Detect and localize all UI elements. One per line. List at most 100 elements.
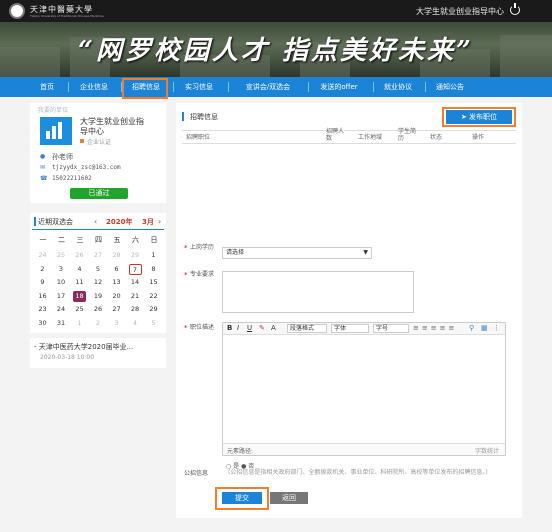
font-family-select[interactable]: 字体 <box>331 324 369 333</box>
phone-icon: ☎ <box>40 175 48 182</box>
company-name: 大学生就业创业指导中心 <box>80 117 144 136</box>
more-icon[interactable]: ⋮ <box>493 324 500 332</box>
bold-button[interactable]: B <box>227 324 232 332</box>
news-item[interactable]: - 天津中医药大学2020届毕业... <box>34 342 133 352</box>
calendar-next-icon[interactable]: › <box>158 217 161 226</box>
calendar-day[interactable]: 26 <box>73 250 86 261</box>
calendar-day[interactable]: 27 <box>92 250 105 261</box>
calendar-day[interactable]: 19 <box>92 291 105 302</box>
paragraph-format-select[interactable]: 段落格式 <box>287 324 327 333</box>
weekday-label: 日 <box>150 236 158 244</box>
calendar-day[interactable]: 16 <box>36 291 49 302</box>
education-select[interactable]: 请选择 ▼ <box>222 247 372 259</box>
weekday-label: 六 <box>132 236 139 244</box>
calendar-month: 3月 <box>142 218 154 226</box>
calendar-day[interactable]: 20 <box>110 291 123 302</box>
banner: “网罗校园人才 指点美好未来” <box>0 22 552 77</box>
status-badge: 已通过 <box>70 188 128 199</box>
calendar-day[interactable]: 12 <box>92 277 105 288</box>
calendar-day[interactable]: 26 <box>92 304 105 315</box>
underline-button[interactable]: U <box>247 324 252 332</box>
element-path: 元素路径: <box>227 448 254 455</box>
calendar-day[interactable]: 21 <box>129 291 142 302</box>
calendar-day[interactable]: 3 <box>55 264 68 275</box>
publish-highlight <box>442 107 516 127</box>
calendar-day[interactable]: 5 <box>92 264 105 275</box>
col-action: 操作 <box>472 134 485 141</box>
calendar-day[interactable]: 1 <box>147 250 160 261</box>
calendar-day[interactable]: 13 <box>110 277 123 288</box>
back-button[interactable]: 返回 <box>270 492 308 504</box>
calendar-day[interactable]: 18 <box>73 290 86 302</box>
calendar-day[interactable]: 2 <box>92 318 105 329</box>
nav-item-recruitment[interactable]: 招聘信息 <box>124 77 168 97</box>
nav-item-notice[interactable]: 通知公告 <box>428 77 472 97</box>
weekday-label: 一 <box>39 236 47 244</box>
nav-item-agreement[interactable]: 就业协议 <box>376 77 420 97</box>
calendar-day[interactable]: 7 <box>128 263 142 275</box>
calendar-day[interactable]: 24 <box>55 304 68 315</box>
nav-item-home[interactable]: 首页 <box>32 77 62 97</box>
calendar-day[interactable]: 30 <box>36 318 49 329</box>
calendar-day[interactable]: 4 <box>129 318 142 329</box>
italic-button[interactable]: I <box>237 324 239 332</box>
rich-text-editor[interactable]: B I U ✎ A 段落格式 字体 字号 ≡≡≡≡≡ ⚲ ▦ ⋮ 元素路径: 字… <box>222 322 506 456</box>
top-bar: 天津中醫藥大學 Tianjin University of Traditiona… <box>0 0 552 22</box>
user-icon: ● <box>40 153 46 160</box>
calendar-day[interactable]: 10 <box>55 277 68 288</box>
calendar-day[interactable]: 14 <box>129 277 142 288</box>
calendar-day[interactable]: 29 <box>129 250 142 261</box>
calendar-day[interactable]: 6 <box>110 264 123 275</box>
calendar-day[interactable]: 24 <box>36 250 49 261</box>
requirements-textarea[interactable] <box>222 271 414 313</box>
weekday-label: 五 <box>113 236 121 244</box>
required-mark: * <box>184 271 188 279</box>
image-icon[interactable]: ▦ <box>481 324 488 332</box>
font-color-button[interactable]: A <box>271 324 276 332</box>
nav-item-offer[interactable]: 发送的offer <box>310 77 368 97</box>
nav-item-fairs[interactable]: 宣讲会/双选会 <box>232 77 304 97</box>
calendar-day[interactable]: 1 <box>73 318 86 329</box>
education-label: 上岗学历 <box>190 244 215 251</box>
submit-highlight <box>215 487 269 510</box>
calendar-day[interactable]: 25 <box>55 250 68 261</box>
nav-item-company[interactable]: 企业信息 <box>72 77 116 97</box>
alignment-icons[interactable]: ≡≡≡≡≡ <box>413 324 457 332</box>
font-size-select[interactable]: 字号 <box>373 324 409 333</box>
calendar-day[interactable]: 4 <box>73 264 86 275</box>
logout-icon[interactable] <box>510 3 520 15</box>
calendar-year: 2020年 <box>106 218 133 226</box>
calendar-panel: 近期双选会 ‹ 2020年 3月 › 一二三四五六日 24 25 26 27 28 29 1 2… <box>30 213 166 333</box>
calendar-day[interactable]: 5 <box>147 318 160 329</box>
col-status: 状态 <box>430 134 443 141</box>
calendar-day[interactable]: 3 <box>110 318 123 329</box>
calendar-day[interactable]: 27 <box>110 304 123 315</box>
required-mark: * <box>184 244 188 252</box>
calendar-day[interactable]: 15 <box>147 277 160 288</box>
calendar-day[interactable]: 28 <box>110 250 123 261</box>
calendar-day[interactable]: 23 <box>36 304 49 315</box>
panel-title: 我要的单位 <box>38 107 69 114</box>
public-info-label: 公招信息 <box>184 470 209 477</box>
center-name: 大学生就业创业指导中心 <box>416 7 504 16</box>
calendar-day[interactable]: 25 <box>73 304 86 315</box>
calendar-day[interactable]: 9 <box>36 277 49 288</box>
calendar-day[interactable]: 2 <box>36 264 49 275</box>
highlight-icon[interactable]: ✎ <box>259 324 265 332</box>
link-icon[interactable]: ⚲ <box>469 324 474 332</box>
weekday-label: 三 <box>76 236 84 244</box>
calendar-day[interactable]: 29 <box>147 304 160 315</box>
calendar-day[interactable]: 22 <box>147 291 160 302</box>
calendar-day[interactable]: 31 <box>55 318 68 329</box>
calendar-day[interactable]: 17 <box>55 291 68 302</box>
description-label: 职位描述 <box>190 324 215 331</box>
calendar-prev-icon[interactable]: ‹ <box>94 217 97 226</box>
calendar-day[interactable]: 28 <box>129 304 142 315</box>
news-title: 天津中医药大学2020届毕业... <box>38 343 134 351</box>
calendar-day[interactable]: 11 <box>73 277 86 288</box>
company-logo-icon <box>40 117 72 145</box>
job-list-title: 招聘信息 <box>190 113 218 121</box>
col-region: 工作地域 <box>358 134 383 141</box>
nav-item-internship[interactable]: 实习信息 <box>177 77 221 97</box>
calendar-day[interactable]: 8 <box>147 264 160 275</box>
